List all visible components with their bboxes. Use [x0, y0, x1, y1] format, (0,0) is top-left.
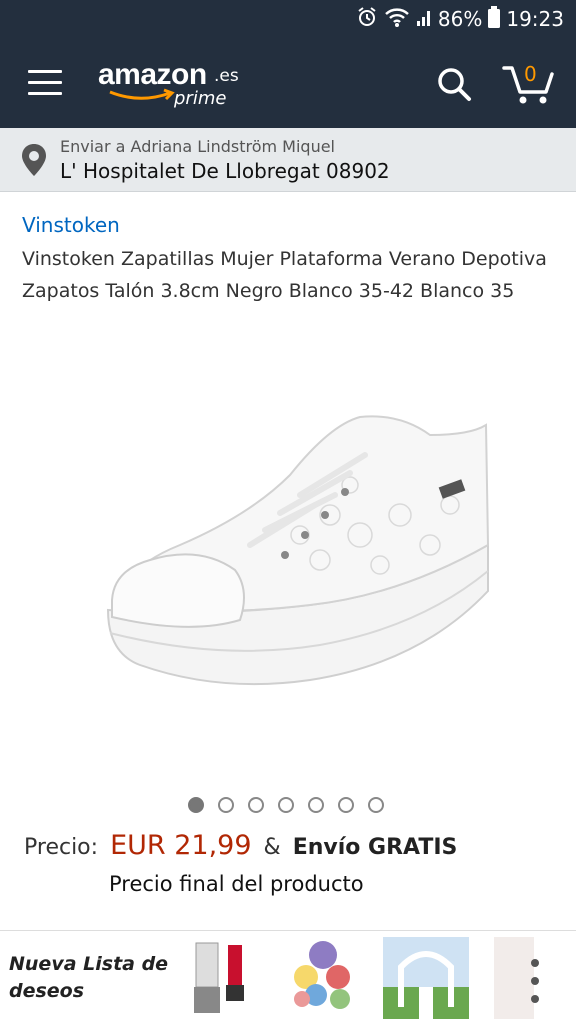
app-header: amazon .es prime 0 — [0, 38, 576, 128]
product-title: Vinstoken Zapatillas Mujer Plataforma Ve… — [22, 248, 547, 302]
pagination-dot[interactable] — [278, 797, 294, 813]
clock: 19:23 — [506, 7, 564, 31]
free-shipping: Envío GRATIS — [292, 835, 458, 860]
search-icon[interactable] — [436, 66, 472, 102]
price-row: Precio: EUR 21,99 & Envío GRATIS — [24, 830, 457, 861]
location-pin-icon — [22, 144, 46, 180]
wedding-arch-thumbnail[interactable] — [383, 937, 469, 1019]
pagination-dot[interactable] — [338, 797, 354, 813]
delivery-recipient: Enviar a Adriana Lindström Miquel — [60, 137, 335, 156]
lanterns-thumbnail[interactable] — [288, 937, 358, 1019]
menu-icon[interactable] — [28, 70, 62, 96]
wishlist-bar: Nueva Lista de deseos — [0, 930, 576, 1024]
blender-thumbnail[interactable] — [190, 937, 250, 1019]
battery-icon — [488, 5, 501, 33]
amazon-logo[interactable]: amazon .es prime — [98, 58, 248, 114]
smile-arrow-icon — [109, 88, 175, 101]
final-price-note: Precio final del producto — [109, 872, 364, 896]
logo-tld: .es — [214, 66, 239, 86]
image-pagination — [188, 797, 384, 813]
pagination-dot[interactable] — [218, 797, 234, 813]
status-bar: 86% 19:23 — [0, 0, 576, 38]
logo-word: amazon — [98, 58, 207, 91]
cart-count: 0 — [524, 62, 537, 86]
battery-percent: 86% — [437, 7, 483, 31]
more-options-icon[interactable] — [528, 959, 542, 1003]
pagination-dot[interactable] — [308, 797, 324, 813]
product-image[interactable] — [100, 395, 500, 705]
new-wishlist-label[interactable]: Nueva Lista de deseos — [9, 951, 179, 1005]
price-amp: & — [263, 835, 281, 860]
delivery-address-bar[interactable]: Enviar a Adriana Lindström Miquel L' Hos… — [0, 128, 576, 192]
alarm-icon — [356, 6, 378, 33]
price-amount: EUR 21,99 — [110, 830, 252, 861]
delivery-location: L' Hospitalet De Llobregat 08902 — [60, 159, 390, 183]
signal-icon — [416, 7, 432, 32]
pagination-dot[interactable] — [368, 797, 384, 813]
wifi-icon — [384, 6, 410, 33]
pagination-dot[interactable] — [248, 797, 264, 813]
pagination-dot[interactable] — [188, 797, 204, 813]
price-label: Precio: — [24, 835, 99, 860]
brand-link[interactable]: Vinstoken — [22, 213, 120, 237]
logo-prime: prime — [174, 88, 227, 109]
